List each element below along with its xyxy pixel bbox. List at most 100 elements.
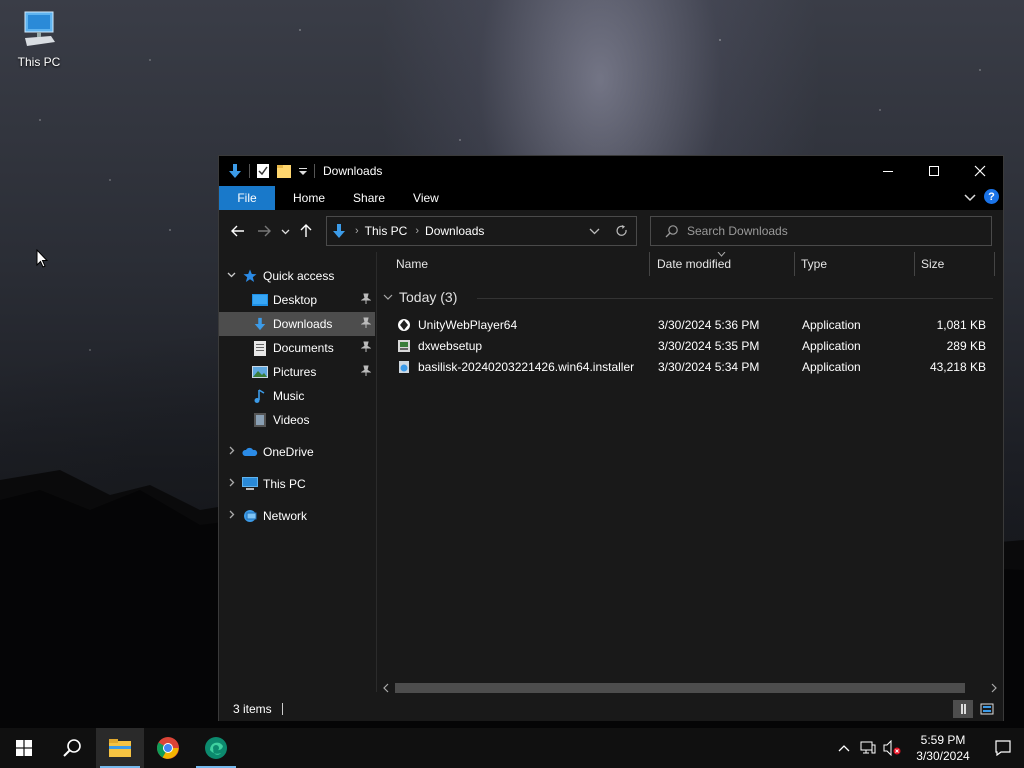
chevron-down-icon[interactable] bbox=[221, 270, 241, 282]
file-list: Name Date modified Type Size Today (3) U… bbox=[377, 252, 1003, 692]
nav-item-desktop[interactable]: Desktop bbox=[219, 288, 375, 312]
nav-item-label: Pictures bbox=[273, 365, 317, 379]
file-type: Application bbox=[802, 339, 861, 353]
desktop-folder-icon bbox=[251, 292, 269, 308]
start-button[interactable] bbox=[0, 728, 48, 768]
title-bar[interactable]: Downloads bbox=[219, 156, 1003, 186]
recent-locations-button[interactable] bbox=[277, 216, 293, 246]
file-explorer-window: Downloads File Home Share View ? › This … bbox=[218, 155, 1004, 721]
forward-arrow-icon bbox=[258, 225, 271, 237]
address-bar[interactable]: › This PC › Downloads bbox=[326, 216, 637, 246]
show-hidden-icons-button[interactable] bbox=[832, 728, 856, 768]
nav-item-documents[interactable]: Documents bbox=[219, 336, 375, 360]
chevron-right-icon[interactable] bbox=[221, 446, 241, 458]
up-button[interactable] bbox=[293, 216, 319, 246]
music-folder-icon bbox=[251, 388, 269, 404]
taskbar-file-explorer[interactable] bbox=[96, 728, 144, 768]
clock[interactable]: 5:59 PM 3/30/2024 bbox=[904, 732, 982, 764]
volume-muted-icon bbox=[883, 740, 901, 756]
address-dropdown-button[interactable] bbox=[580, 217, 608, 245]
taskbar-edge[interactable] bbox=[192, 728, 240, 768]
clock-date: 3/30/2024 bbox=[916, 749, 970, 763]
notifications-icon bbox=[995, 740, 1011, 756]
item-count: 3 items bbox=[233, 702, 272, 716]
chevron-down-icon bbox=[281, 229, 289, 234]
navigation-bar: › This PC › Downloads Search Downloads bbox=[219, 210, 1003, 252]
refresh-button[interactable] bbox=[608, 217, 636, 245]
close-button[interactable] bbox=[957, 156, 1003, 186]
edge-icon bbox=[205, 737, 227, 759]
chrome-icon bbox=[157, 737, 179, 759]
taskbar: 5:59 PM 3/30/2024 bbox=[0, 728, 1024, 768]
table-row[interactable]: basilisk-20240203221426.win64.installer … bbox=[377, 357, 1003, 378]
chevron-right-icon[interactable] bbox=[221, 478, 241, 490]
downloads-arrow-icon[interactable] bbox=[227, 163, 243, 179]
nav-item-music[interactable]: Music bbox=[219, 384, 375, 408]
group-header-today[interactable]: Today (3) bbox=[383, 289, 457, 305]
window-title: Downloads bbox=[323, 164, 383, 178]
nav-item-network[interactable]: Network bbox=[219, 504, 375, 528]
customize-toolbar-icon[interactable] bbox=[298, 163, 308, 179]
file-date: 3/30/2024 5:34 PM bbox=[658, 360, 760, 374]
column-type[interactable]: Type bbox=[801, 252, 827, 276]
large-icons-view-button[interactable] bbox=[977, 700, 997, 718]
mouse-cursor-icon bbox=[36, 249, 48, 268]
network-tray-button[interactable] bbox=[856, 728, 880, 768]
column-name[interactable]: Name bbox=[396, 252, 428, 276]
tab-home[interactable]: Home bbox=[279, 186, 339, 210]
desktop-icon-this-pc[interactable]: This PC bbox=[12, 10, 66, 69]
nav-item-downloads[interactable]: Downloads bbox=[219, 312, 375, 336]
tab-file[interactable]: File bbox=[219, 186, 275, 210]
scrollbar-thumb[interactable] bbox=[395, 683, 965, 693]
back-button[interactable] bbox=[225, 216, 251, 246]
tab-view[interactable]: View bbox=[399, 186, 453, 210]
expand-ribbon-icon[interactable] bbox=[964, 191, 976, 203]
pictures-folder-icon bbox=[251, 364, 269, 380]
scroll-left-icon[interactable] bbox=[382, 683, 390, 693]
chevron-right-icon[interactable] bbox=[221, 510, 241, 522]
large-icons-view-icon bbox=[980, 703, 994, 715]
new-folder-icon[interactable] bbox=[276, 163, 292, 179]
nav-item-onedrive[interactable]: OneDrive bbox=[219, 440, 375, 464]
nav-item-videos[interactable]: Videos bbox=[219, 408, 375, 432]
taskbar-search-button[interactable] bbox=[48, 728, 96, 768]
nav-item-label: Quick access bbox=[263, 269, 335, 283]
search-box[interactable]: Search Downloads bbox=[650, 216, 992, 246]
breadcrumb-this-pc[interactable]: This PC bbox=[365, 224, 408, 238]
column-size[interactable]: Size bbox=[921, 252, 944, 276]
maximize-button[interactable] bbox=[911, 156, 957, 186]
nav-item-this-pc[interactable]: This PC bbox=[219, 472, 375, 496]
file-name: UnityWebPlayer64 bbox=[418, 318, 518, 332]
minimize-button[interactable] bbox=[865, 156, 911, 186]
horizontal-scrollbar[interactable] bbox=[377, 679, 1003, 695]
help-button[interactable]: ? bbox=[984, 189, 999, 204]
column-headers: Name Date modified Type Size bbox=[377, 252, 1003, 276]
scroll-right-icon[interactable] bbox=[990, 683, 998, 693]
tab-share[interactable]: Share bbox=[339, 186, 399, 210]
nav-item-label: Videos bbox=[273, 413, 310, 427]
table-row[interactable]: dxwebsetup 3/30/2024 5:35 PM Application… bbox=[377, 336, 1003, 357]
desktop-icon-label: This PC bbox=[17, 55, 61, 69]
forward-button[interactable] bbox=[251, 216, 277, 246]
nav-item-label: Documents bbox=[273, 341, 334, 355]
nav-quick-access[interactable]: Quick access bbox=[219, 264, 375, 288]
nav-item-pictures[interactable]: Pictures bbox=[219, 360, 375, 384]
documents-folder-icon bbox=[251, 340, 269, 356]
details-view-button[interactable] bbox=[953, 700, 973, 718]
volume-tray-button[interactable] bbox=[880, 728, 904, 768]
status-separator bbox=[281, 703, 283, 715]
file-explorer-icon bbox=[109, 739, 131, 757]
taskbar-chrome[interactable] bbox=[144, 728, 192, 768]
column-date-modified[interactable]: Date modified bbox=[657, 252, 731, 276]
properties-icon[interactable] bbox=[256, 163, 270, 179]
file-type: Application bbox=[802, 360, 861, 374]
breadcrumb-downloads[interactable]: Downloads bbox=[425, 224, 484, 238]
navigation-pane: Quick access Desktop Downloads Documents… bbox=[219, 252, 375, 692]
table-row[interactable]: UnityWebPlayer64 3/30/2024 5:36 PM Appli… bbox=[377, 315, 1003, 336]
pin-icon bbox=[361, 365, 371, 376]
nav-item-label: Downloads bbox=[273, 317, 333, 331]
downloads-folder-icon bbox=[251, 316, 269, 332]
unity-app-icon bbox=[398, 319, 410, 331]
action-center-button[interactable] bbox=[982, 728, 1024, 768]
file-type: Application bbox=[802, 318, 861, 332]
